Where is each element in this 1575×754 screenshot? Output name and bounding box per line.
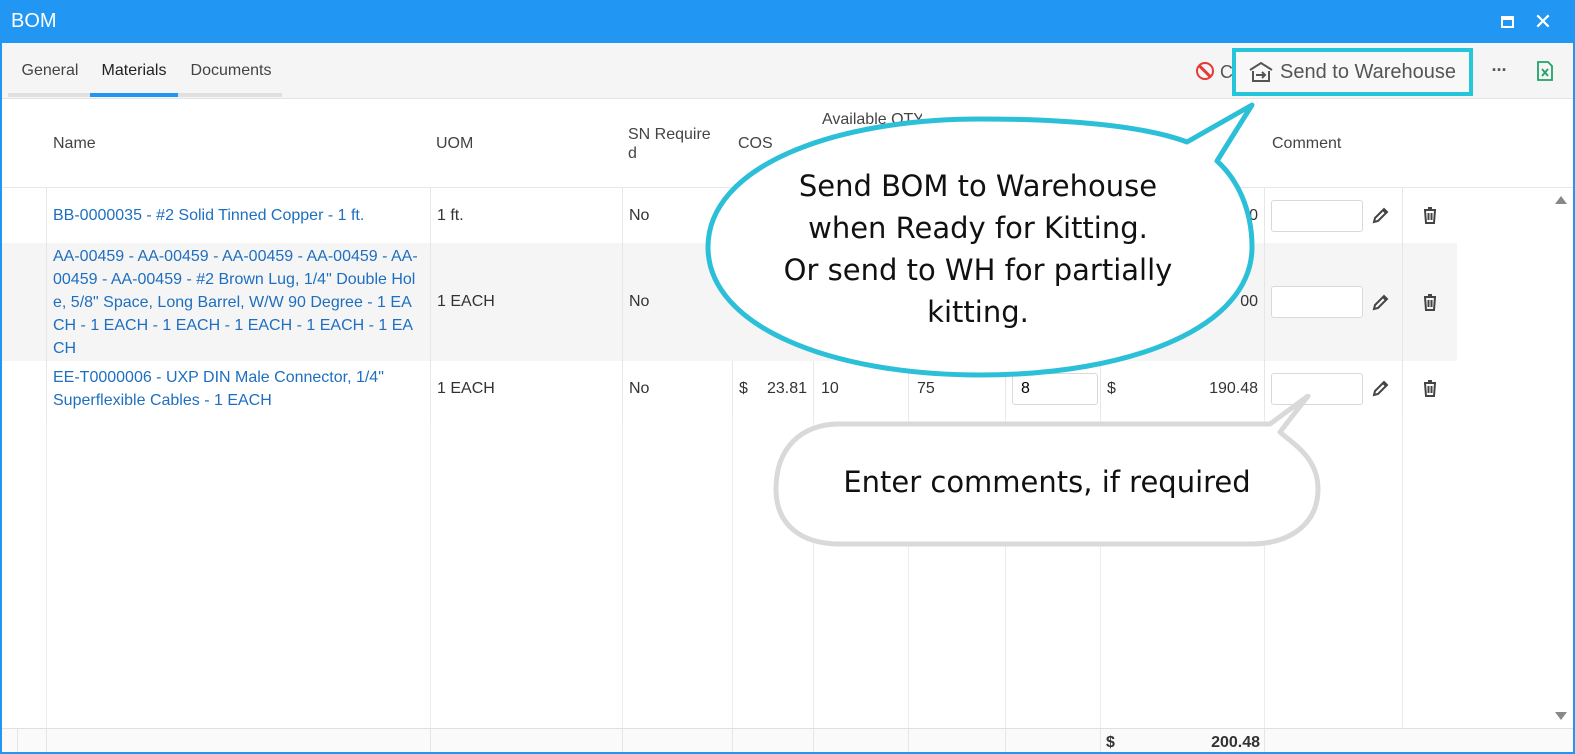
- vertical-scrollbar[interactable]: [1553, 188, 1571, 728]
- footer-total-value: 200.48: [1211, 734, 1260, 751]
- cancel-icon: [1196, 62, 1214, 80]
- toolbar: General Materials Documents C Send to Wa…: [2, 43, 1573, 99]
- cell-extended: $190.48: [1100, 361, 1264, 417]
- window-title: BOM: [11, 10, 57, 32]
- tab-general-label: General: [21, 62, 79, 79]
- grid-footer: $ 200.48: [2, 728, 1573, 752]
- send-to-warehouse-button[interactable]: Send to Warehouse: [1232, 48, 1473, 96]
- active-tab-indicator: [90, 93, 178, 97]
- more-icon: ···: [1491, 60, 1508, 80]
- table-row: AA-00459 - AA-00459 - AA-00459 - AA-0045…: [2, 243, 1457, 361]
- more-options-button[interactable]: ···: [1488, 60, 1510, 80]
- cost-value: 23.81: [766, 380, 807, 397]
- close-button[interactable]: ✕: [1532, 11, 1554, 33]
- cell-uom: 1 EACH: [430, 243, 622, 361]
- scroll-up-icon[interactable]: [1555, 196, 1567, 204]
- header-uom[interactable]: UOM: [436, 99, 616, 188]
- cell-comment: [1264, 188, 1402, 243]
- cell-col-a: 10: [813, 361, 908, 417]
- send-callout-line: kitting.: [927, 295, 1029, 329]
- comment-input[interactable]: [1271, 373, 1363, 405]
- send-callout-line: Or send to WH for partially: [783, 253, 1173, 287]
- cell-sn-required: No: [622, 188, 732, 243]
- qty-input[interactable]: [1012, 373, 1098, 405]
- cell-actions: [1402, 361, 1457, 417]
- extended-currency: $: [1107, 380, 1116, 397]
- cell-comment: [1264, 361, 1402, 417]
- grid-body-empty: [2, 417, 1573, 728]
- cell-actions: [1402, 243, 1457, 361]
- cell-name: AA-00459 - AA-00459 - AA-00459 - AA-0045…: [46, 243, 430, 361]
- tab-documents-label: Documents: [190, 62, 272, 79]
- item-name-link[interactable]: AA-00459 - AA-00459 - AA-00459 - AA-0045…: [53, 245, 422, 360]
- close-icon: ✕: [1533, 9, 1553, 34]
- tab-documents[interactable]: Documents: [188, 43, 274, 97]
- header-sn-required[interactable]: SN Require d: [628, 99, 726, 188]
- send-to-warehouse-label: Send to Warehouse: [1280, 61, 1457, 83]
- send-callout-line: when Ready for Kitting.: [808, 211, 1148, 245]
- cell-uom: 1 EACH: [430, 361, 622, 417]
- tab-materials-label: Materials: [101, 62, 167, 79]
- comment-callout-text: Enter comments, if required: [843, 465, 1251, 499]
- title-bar: BOM ✕: [2, 2, 1573, 43]
- cell-actions: [1402, 188, 1457, 243]
- cell-sn-required: No: [622, 361, 732, 417]
- cell-name: BB-0000035 - #2 Solid Tinned Copper - 1 …: [46, 188, 430, 243]
- cost-currency: $: [739, 380, 748, 397]
- send-callout-text: Send BOM to Warehouse when Ready for Kit…: [742, 165, 1214, 333]
- footer-total-currency: $: [1106, 734, 1115, 751]
- cell-comment: [1264, 243, 1402, 361]
- cell-qty: [1005, 361, 1100, 417]
- comment-input[interactable]: [1271, 199, 1363, 232]
- item-name-link[interactable]: EE-T0000006 - UXP DIN Male Connector, 1/…: [53, 366, 422, 412]
- cell-uom: 1 ft.: [430, 188, 622, 243]
- edit-icon[interactable]: [1371, 205, 1391, 225]
- cancel-button[interactable]: C: [1194, 43, 1234, 99]
- cell-cost: $23.81: [732, 361, 813, 417]
- export-excel-button[interactable]: [1536, 61, 1554, 81]
- item-name-link[interactable]: BB-0000035 - #2 Solid Tinned Copper - 1 …: [53, 204, 364, 227]
- delete-icon[interactable]: [1420, 378, 1440, 398]
- bom-window: BOM ✕ General Materials Documents C Send…: [0, 0, 1575, 754]
- cancel-label: C: [1220, 62, 1232, 82]
- excel-icon: [1537, 61, 1553, 81]
- tab-materials[interactable]: Materials: [90, 43, 178, 97]
- edit-icon[interactable]: [1371, 378, 1391, 398]
- extended-value: 190.48: [1209, 380, 1258, 397]
- maximize-button[interactable]: [1496, 11, 1518, 33]
- cell-name: EE-T0000006 - UXP DIN Male Connector, 1/…: [46, 361, 430, 417]
- scroll-down-icon[interactable]: [1555, 712, 1567, 720]
- table-row: BB-0000035 - #2 Solid Tinned Copper - 1 …: [2, 188, 1457, 243]
- delete-icon[interactable]: [1420, 292, 1440, 312]
- delete-icon[interactable]: [1420, 205, 1440, 225]
- cell-sn-required: No: [622, 243, 732, 361]
- warehouse-icon: [1249, 61, 1273, 82]
- cell-col-b: 75: [908, 361, 1005, 417]
- maximize-icon: [1500, 16, 1514, 28]
- header-name[interactable]: Name: [53, 99, 423, 188]
- table-row: EE-T0000006 - UXP DIN Male Connector, 1/…: [2, 361, 1457, 417]
- edit-icon[interactable]: [1371, 292, 1391, 312]
- tab-general[interactable]: General: [20, 43, 80, 97]
- send-callout-line: Send BOM to Warehouse: [798, 169, 1158, 203]
- header-comment[interactable]: Comment: [1272, 99, 1392, 188]
- comment-input[interactable]: [1271, 286, 1363, 318]
